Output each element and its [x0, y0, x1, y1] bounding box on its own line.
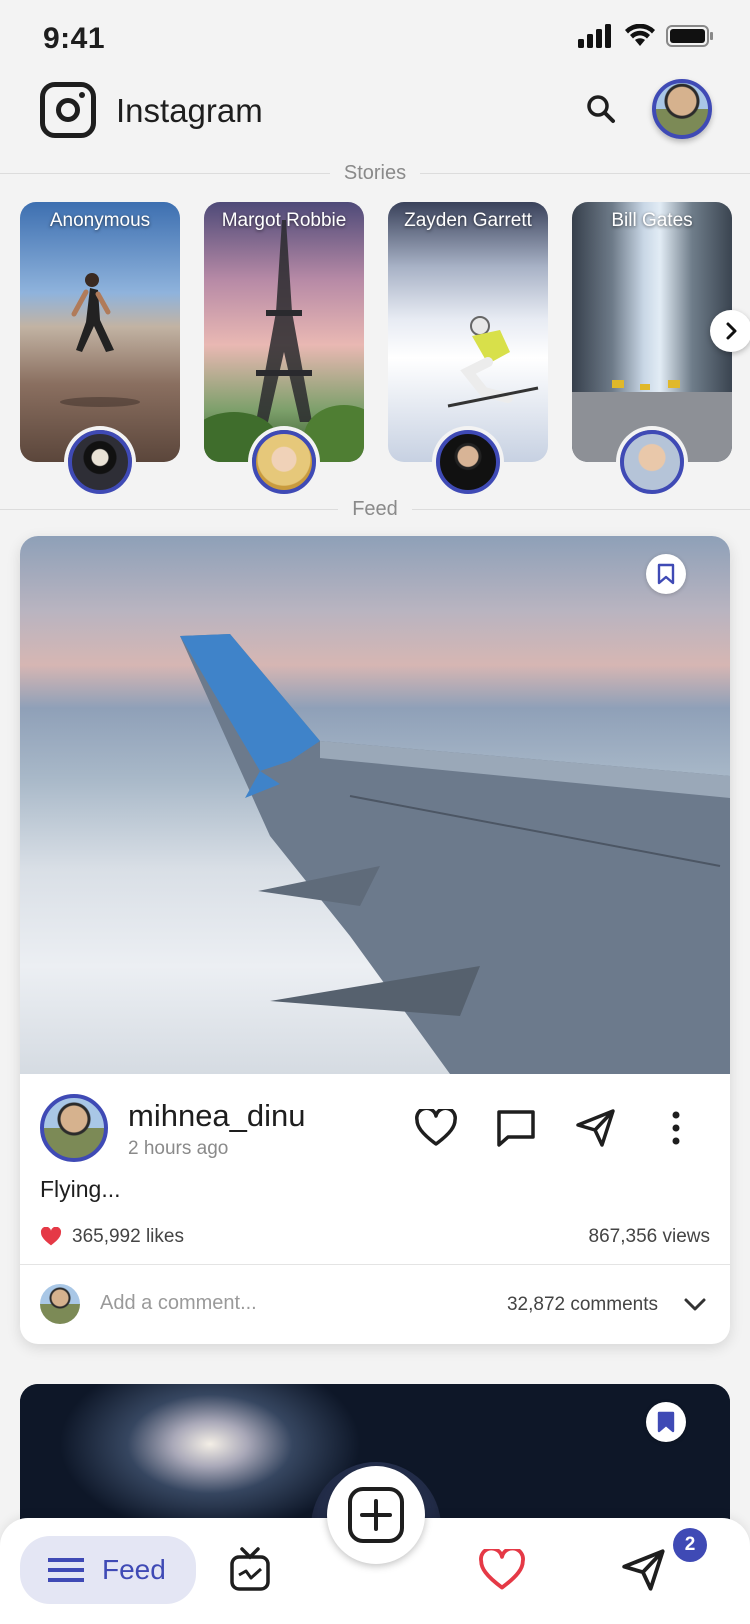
- comment-icon: [497, 1110, 535, 1147]
- story-image: [20, 202, 180, 462]
- post-username[interactable]: mihnea_dinu: [128, 1098, 306, 1134]
- battery-icon: [666, 25, 713, 47]
- story-avatar[interactable]: [620, 430, 684, 494]
- stories-divider: Stories: [0, 158, 750, 188]
- stories-row: Anonymous Margot Robbie Zayden Garrett B…: [20, 202, 750, 502]
- comment-button[interactable]: [494, 1106, 538, 1150]
- heart-icon: [415, 1109, 457, 1146]
- nav-messages-tab[interactable]: [618, 1544, 670, 1596]
- stories-heading: Stories: [343, 161, 407, 184]
- nav-feed-tab[interactable]: Feed: [20, 1536, 196, 1604]
- nav-feed-label: Feed: [102, 1554, 166, 1585]
- wifi-icon: [625, 24, 655, 46]
- chevron-down-icon: [684, 1298, 706, 1311]
- skier-figure: [447, 316, 539, 408]
- likes-label: 365,992 likes: [72, 1226, 184, 1247]
- story-name: Anonymous: [49, 210, 151, 231]
- story-card[interactable]: Anonymous: [20, 202, 180, 494]
- post-card: mihnea_dinu 2 hours ago Flying... 365,99…: [20, 536, 730, 1344]
- city-street-figure: [572, 380, 732, 462]
- like-button[interactable]: [414, 1106, 458, 1150]
- nav-tv-tab[interactable]: [224, 1544, 276, 1596]
- signal-icon: [578, 24, 611, 48]
- status-bar: 9:41: [0, 0, 750, 80]
- search-icon: [587, 95, 615, 123]
- nav-likes-tab[interactable]: [476, 1544, 528, 1596]
- save-post-button[interactable]: [646, 554, 686, 594]
- story-avatar[interactable]: [252, 430, 316, 494]
- eiffel-tower-figure: [204, 220, 364, 462]
- send-icon: [576, 1109, 615, 1147]
- runner-figure: [60, 273, 140, 407]
- comments-count[interactable]: 32,872 comments: [507, 1294, 658, 1316]
- story-name: Margot Robbie: [221, 210, 347, 231]
- likes-count[interactable]: 365,992 likes: [40, 1226, 184, 1248]
- story-image: [204, 202, 364, 462]
- story-image: [388, 202, 548, 462]
- story-card[interactable]: Margot Robbie: [204, 202, 364, 494]
- bookmark-icon: [657, 1411, 675, 1433]
- card-divider: [20, 1264, 730, 1265]
- post-image[interactable]: [20, 536, 730, 1074]
- story-image: [572, 202, 732, 462]
- share-button[interactable]: [574, 1106, 618, 1150]
- tv-icon: [230, 1547, 270, 1591]
- search-button[interactable]: [580, 88, 624, 132]
- story-name: Zayden Garrett: [404, 210, 532, 231]
- story-card[interactable]: Zayden Garrett: [388, 202, 548, 494]
- instagram-logo-icon[interactable]: [40, 82, 96, 138]
- post-timestamp: 2 hours ago: [128, 1138, 229, 1159]
- status-time: 9:41: [43, 22, 106, 55]
- comment-input[interactable]: [100, 1292, 400, 1315]
- airplane-wing-figure: [180, 634, 730, 1074]
- feed-divider: Feed: [0, 494, 750, 524]
- bookmark-icon: [657, 563, 675, 585]
- app-title: Instagram: [116, 92, 263, 129]
- views-count: 867,356 views: [588, 1226, 710, 1247]
- heart-icon: [479, 1549, 525, 1590]
- post-caption: Flying...: [40, 1176, 121, 1202]
- menu-lines-icon: [48, 1558, 84, 1582]
- feed-heading: Feed: [352, 497, 398, 520]
- status-icons: [578, 24, 714, 48]
- profile-avatar[interactable]: [652, 79, 712, 139]
- plus-square-icon: [348, 1487, 404, 1543]
- messages-badge: 2: [673, 1528, 707, 1562]
- heart-filled-icon: [40, 1227, 62, 1246]
- story-card[interactable]: Bill Gates: [572, 202, 732, 494]
- expand-comments-button[interactable]: [680, 1290, 710, 1320]
- story-avatar[interactable]: [68, 430, 132, 494]
- story-name: Bill Gates: [611, 210, 693, 231]
- send-icon: [622, 1549, 665, 1591]
- create-post-button[interactable]: [327, 1466, 425, 1564]
- more-options-button[interactable]: [654, 1106, 698, 1150]
- save-post-button[interactable]: [646, 1402, 686, 1442]
- more-vertical-icon: [672, 1111, 680, 1145]
- post-author-avatar[interactable]: [40, 1094, 108, 1162]
- story-avatar[interactable]: [436, 430, 500, 494]
- comment-user-avatar: [40, 1284, 80, 1324]
- stories-next-button[interactable]: [710, 310, 750, 352]
- chevron-right-icon: [726, 322, 737, 340]
